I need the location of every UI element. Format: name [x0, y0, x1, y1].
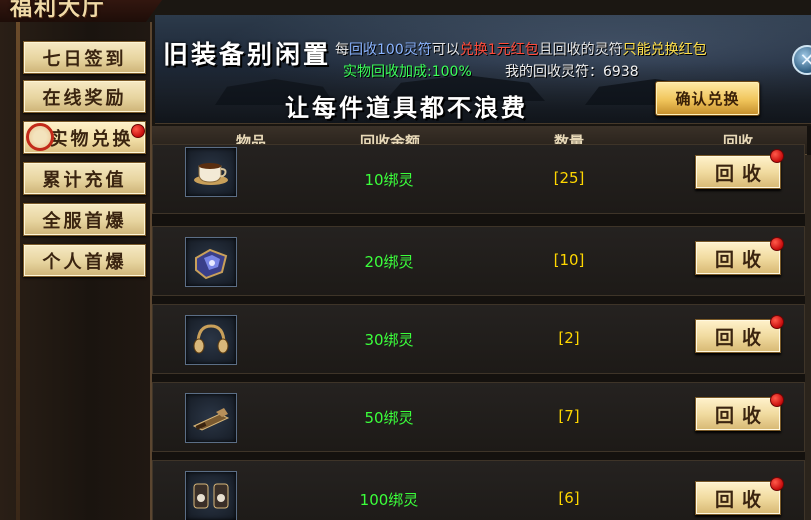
confirm-exchange-button[interactable]: 确认兑换 — [655, 81, 760, 116]
welfare-hall-window: 福利大厅 七日签到 在线奖励 实物兑换 累计充值 全服首爆 个人首爆 旧装备别闲… — [0, 0, 811, 520]
sidebar-item-label: 全服首爆 — [42, 210, 127, 232]
recycle-button-label: 回收 — [714, 326, 769, 349]
sidebar-item-personal-first-drop[interactable]: 个人首爆 — [23, 244, 146, 277]
item-quantity: [7] — [558, 407, 580, 425]
recycle-button-label: 回收 — [714, 162, 769, 185]
banner-headline: 旧装备别闲置 — [163, 40, 332, 69]
item-quantity: [10] — [553, 251, 585, 269]
window-title: 福利大厅 — [10, 0, 107, 21]
item-quantity: [6] — [558, 489, 580, 507]
recycle-amount: 50绑灵 — [364, 409, 414, 427]
notification-dot-icon — [770, 149, 784, 163]
recycle-button-label: 回收 — [714, 248, 769, 271]
sidebar-item-label: 七日签到 — [42, 48, 127, 70]
table-scrollbar[interactable] — [805, 155, 811, 520]
recycle-button[interactable]: 回收 — [695, 319, 781, 353]
item-quantity: [25] — [553, 169, 585, 187]
recycle-button[interactable]: 回收 — [695, 155, 781, 189]
banner-subheadline: 让每件道具都不浪费 — [285, 93, 528, 122]
recycle-amount: 30绑灵 — [364, 331, 414, 349]
sidebar-item-seven-day-signin[interactable]: 七日签到 — [23, 41, 146, 74]
recycle-button[interactable]: 回收 — [695, 241, 781, 275]
notification-dot-icon — [770, 393, 784, 407]
item-quantity: [2] — [558, 329, 580, 347]
sidebar-frame — [16, 22, 20, 520]
gem-armor-icon — [185, 237, 237, 287]
rule-part: 只能兑换红包 — [622, 42, 707, 58]
recycle-button-label: 回收 — [714, 488, 769, 511]
recycle-amount: 100绑灵 — [359, 491, 419, 509]
rule-part: 兑换1元红包 — [459, 42, 539, 58]
recycle-button[interactable]: 回收 — [695, 397, 781, 431]
sidebar-item-server-first-drop[interactable]: 全服首爆 — [23, 203, 146, 236]
recycle-table: 物品 回收金额 数量 回收 10绑灵 [25] 回收 20绑灵 [10] 回收 … — [152, 126, 811, 520]
notification-dot-icon — [770, 237, 784, 251]
recycle-button-label: 回收 — [714, 404, 769, 427]
sidebar-item-physical-exchange[interactable]: 实物兑换 — [23, 121, 146, 154]
rule-part: 可以 — [431, 42, 460, 58]
confirm-exchange-label: 确认兑换 — [675, 90, 740, 108]
sidebar-item-cumulative-recharge[interactable]: 累计充值 — [23, 162, 146, 195]
table-row: 30绑灵 [2] 回收 — [152, 304, 805, 374]
notification-dot-icon — [770, 315, 784, 329]
seal-icon — [26, 123, 54, 151]
weapon-icon — [185, 393, 237, 443]
rule-part: 回收100灵符 — [349, 42, 432, 58]
rule-part: 每 — [335, 42, 349, 58]
sidebar-item-label: 累计充值 — [42, 169, 127, 191]
sidebar-item-online-reward[interactable]: 在线奖励 — [23, 80, 146, 113]
notification-dot-icon — [770, 477, 784, 491]
recycle-amount: 20绑灵 — [364, 253, 414, 271]
exchange-rule-text: 每回收100灵符可以兑换1元红包且回收的灵符只能兑换红包 — [335, 39, 707, 59]
table-row: 20绑灵 [10] 回收 — [152, 226, 805, 296]
coffee-cup-icon — [185, 147, 237, 197]
sidebar-item-label: 个人首爆 — [42, 251, 127, 273]
sidebar-item-label: 在线奖励 — [42, 87, 127, 109]
promo-banner: 旧装备别闲置 每回收100灵符可以兑换1元红包且回收的灵符只能兑换红包 实物回收… — [155, 15, 811, 124]
table-row: 10绑灵 [25] 回收 — [152, 144, 805, 214]
recycle-button[interactable]: 回收 — [695, 481, 781, 515]
speakers-icon — [185, 471, 237, 520]
table-row: 50绑灵 [7] 回收 — [152, 382, 805, 452]
notification-dot-icon — [131, 124, 145, 138]
recycle-bonus-text: 实物回收加成:100% — [343, 64, 472, 80]
recycle-amount: 10绑灵 — [364, 171, 414, 189]
table-row: 100绑灵 [6] 回收 — [152, 460, 805, 520]
my-recycle-points: 我的回收灵符：6938 — [505, 64, 639, 80]
headphones-icon — [185, 315, 237, 365]
rule-part: 且回收的灵符 — [538, 42, 623, 58]
